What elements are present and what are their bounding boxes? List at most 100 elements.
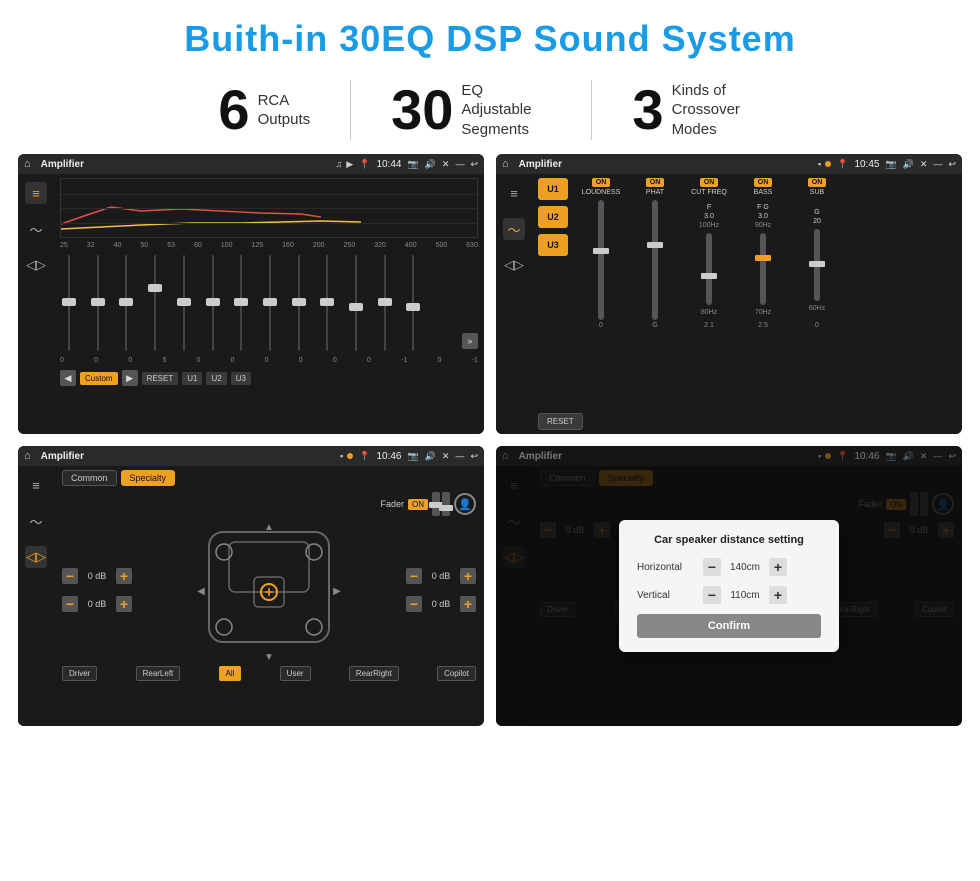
db-plus-rr[interactable]: +: [460, 596, 476, 612]
topbar-icons-fader: ▪: [340, 451, 353, 461]
topbar-crossover: ⌂ Amplifier ▪ 📍 10:45 📷 🔊 ✕ — ↩: [496, 154, 962, 174]
eq-slider-8[interactable]: [290, 253, 308, 353]
fader-tab-common[interactable]: Common: [62, 470, 117, 486]
menu-icon-3: ▪: [340, 451, 343, 461]
phat-value: G: [652, 322, 657, 329]
dialog-horizontal-plus[interactable]: +: [769, 558, 787, 576]
zone-rearright[interactable]: RearRight: [349, 666, 399, 681]
eq-slider-line-7: [269, 255, 271, 351]
eq-u1-btn[interactable]: U1: [182, 372, 202, 385]
fader-tabs: Common Specialty: [62, 470, 476, 486]
eq-next-btn[interactable]: ▶: [122, 370, 138, 386]
topbar-time-eq: 10:44: [376, 159, 401, 170]
fader-main: − 0 dB + − 0 dB +: [62, 522, 476, 662]
u3-button[interactable]: U3: [538, 234, 568, 256]
db-minus-fl[interactable]: −: [62, 568, 78, 584]
dialog-title: Car speaker distance setting: [637, 534, 821, 546]
fader-content: Common Specialty Fader ON: [54, 466, 484, 726]
eq-slider-line-12: [412, 255, 414, 351]
eq-slider-10[interactable]: [347, 253, 365, 353]
minimize-icon-2[interactable]: —: [933, 159, 942, 169]
eq-custom-btn[interactable]: Custom: [80, 372, 118, 385]
phat-label: PHAT: [646, 189, 664, 196]
zone-driver[interactable]: Driver: [62, 666, 97, 681]
eq-slider-line-9: [326, 255, 328, 351]
eq-slider-6[interactable]: [232, 253, 250, 353]
eq-slider-11[interactable]: [376, 253, 394, 353]
sidebar-wave-icon-3[interactable]: 〜: [25, 510, 47, 532]
db-minus-rl[interactable]: −: [62, 596, 78, 612]
confirm-button[interactable]: Confirm: [637, 614, 821, 638]
fader-tab-specialty[interactable]: Specialty: [121, 470, 176, 486]
eq-expand-btn[interactable]: »: [462, 333, 478, 349]
loudness-value: 0: [599, 322, 603, 329]
db-value-rr: 0 dB: [426, 599, 456, 609]
screens-grid: ⌂ Amplifier ♫ ▶ 📍 10:44 📷 🔊 ✕ — ↩ ≡ 〜 ◁▷: [0, 154, 980, 738]
eq-u2-btn[interactable]: U2: [206, 372, 226, 385]
db-plus-rl[interactable]: +: [116, 596, 132, 612]
home-icon-3[interactable]: ⌂: [24, 450, 31, 462]
sidebar-wave-icon-2[interactable]: 〜: [503, 218, 525, 240]
u2-button[interactable]: U2: [538, 206, 568, 228]
home-icon-2[interactable]: ⌂: [502, 158, 509, 170]
eq-reset-btn[interactable]: RESET: [142, 372, 179, 385]
close-icon-2[interactable]: ✕: [920, 159, 928, 170]
zone-all[interactable]: All: [219, 666, 242, 681]
fader-on-badge: ON: [408, 499, 428, 510]
sub-on-badge: ON: [808, 178, 827, 187]
zone-rearleft[interactable]: RearLeft: [136, 666, 181, 681]
music-icon: ♫: [336, 159, 343, 169]
u1-button[interactable]: U1: [538, 178, 568, 200]
db-minus-rr[interactable]: −: [406, 596, 422, 612]
eq-slider-1[interactable]: [89, 253, 107, 353]
eq-slider-4[interactable]: [175, 253, 193, 353]
sidebar-speaker-icon-3[interactable]: ◁▷: [25, 546, 47, 568]
eq-slider-12[interactable]: [404, 253, 422, 353]
stat-crossover: 3 Kinds ofCrossover Modes: [592, 81, 801, 140]
eq-slider-0[interactable]: [60, 253, 78, 353]
sidebar-speaker-icon-2[interactable]: ◁▷: [503, 254, 525, 276]
zone-user[interactable]: User: [280, 666, 311, 681]
car-svg: ▲ ▼ ◀ ▶: [189, 522, 349, 662]
eq-u3-btn[interactable]: U3: [231, 372, 251, 385]
minimize-icon-3[interactable]: —: [455, 451, 464, 461]
db-plus-fr[interactable]: +: [460, 568, 476, 584]
sidebar-speaker-icon[interactable]: ◁▷: [25, 254, 47, 276]
dialog-overlay: Car speaker distance setting Horizontal …: [496, 446, 962, 726]
fader-right-db: − 0 dB + − 0 dB +: [406, 568, 476, 616]
dialog-vertical-plus[interactable]: +: [769, 586, 787, 604]
back-icon-3[interactable]: ↩: [470, 451, 478, 462]
eq-slider-9[interactable]: [318, 253, 336, 353]
sidebar-wave-icon[interactable]: 〜: [25, 218, 47, 240]
close-icon-3[interactable]: ✕: [442, 451, 450, 462]
fader-left-db: − 0 dB + − 0 dB +: [62, 568, 132, 616]
eq-slider-5[interactable]: [204, 253, 222, 353]
db-plus-fl[interactable]: +: [116, 568, 132, 584]
volume-icon: 🔊: [425, 159, 436, 170]
eq-slider-2[interactable]: [117, 253, 135, 353]
eq-slider-3[interactable]: [146, 253, 164, 353]
back-icon[interactable]: ↩: [470, 159, 478, 170]
topbar-fader: ⌂ Amplifier ▪ 📍 10:46 📷 🔊 ✕ — ↩: [18, 446, 484, 466]
sidebar-eq-icon[interactable]: ≡: [25, 182, 47, 204]
freq-250: 250: [344, 242, 356, 249]
ch-loudness: ON LOUDNESS 0: [576, 178, 626, 430]
freq-25: 25: [60, 242, 68, 249]
eq-content: 25 32 40 50 63 80 100 125 160 200 250 32…: [54, 174, 484, 434]
eq-slider-7[interactable]: [261, 253, 279, 353]
topbar-time-fader: 10:46: [376, 451, 401, 462]
eq-prev-btn[interactable]: ◀: [60, 370, 76, 386]
sidebar-eq-icon-3[interactable]: ≡: [25, 474, 47, 496]
back-icon-2[interactable]: ↩: [948, 159, 956, 170]
crossover-channels: ON LOUDNESS 0 ON PHAT: [576, 178, 956, 430]
minimize-icon[interactable]: —: [455, 159, 464, 169]
dialog-horizontal-minus[interactable]: −: [703, 558, 721, 576]
sidebar-eq-icon-2[interactable]: ≡: [503, 182, 525, 204]
close-icon[interactable]: ✕: [442, 159, 450, 170]
home-icon[interactable]: ⌂: [24, 158, 31, 170]
freq-80: 80: [194, 242, 202, 249]
menu-icon-2: ▪: [818, 159, 821, 169]
zone-copilot[interactable]: Copilot: [437, 666, 476, 681]
db-minus-fr[interactable]: −: [406, 568, 422, 584]
dialog-vertical-minus[interactable]: −: [703, 586, 721, 604]
